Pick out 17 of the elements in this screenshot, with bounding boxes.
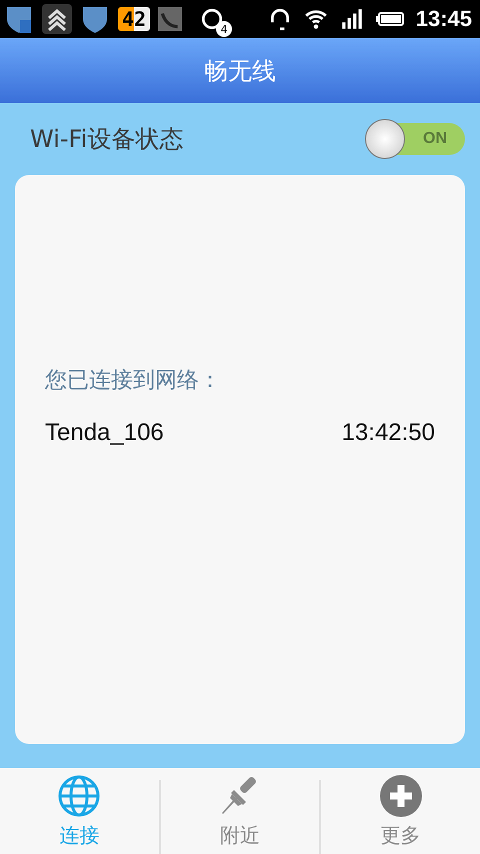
- globe-icon: [57, 774, 102, 818]
- nav-tab[interactable]: 附近: [160, 768, 320, 854]
- nav-tab[interactable]: 连接: [0, 768, 159, 854]
- nav-tab[interactable]: 更多: [321, 768, 480, 854]
- wifi-status-label: Wi-Fi设备状态: [30, 124, 184, 155]
- battery-icon: [376, 11, 404, 27]
- signal-icon: [340, 7, 364, 31]
- network-name: Tenda_106: [45, 419, 164, 447]
- notification-badge: 4: [216, 21, 232, 37]
- connection-time: 13:42:50: [342, 419, 435, 447]
- shield-icon: [80, 4, 110, 34]
- chevrons-icon: [42, 4, 72, 34]
- plus-icon: [378, 774, 423, 818]
- shield-icon: [4, 4, 34, 34]
- connection-heading: 您已连接到网络：: [45, 367, 222, 395]
- clock: 13:45: [416, 6, 472, 32]
- app-title: 畅无线: [204, 56, 276, 86]
